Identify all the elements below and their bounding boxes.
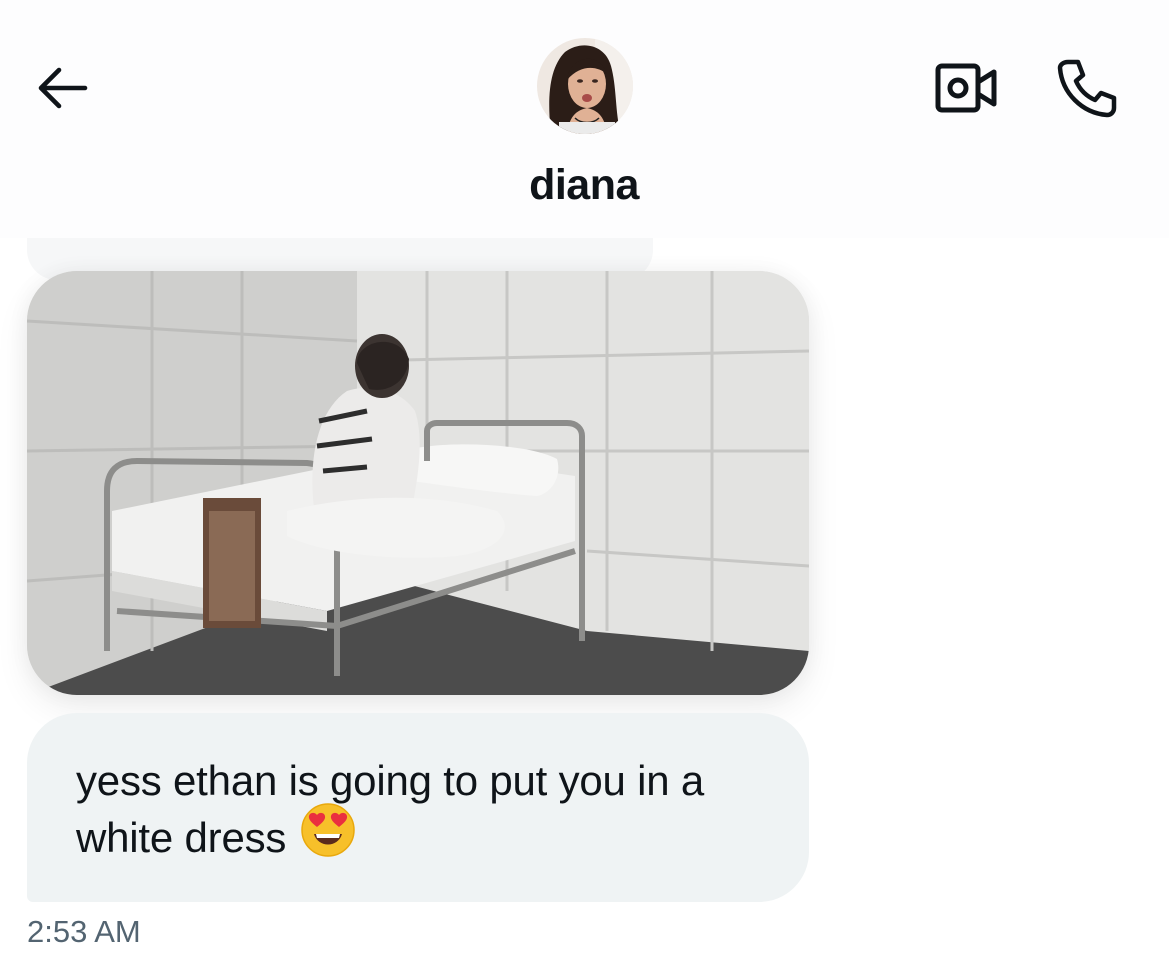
video-call-button[interactable] <box>928 54 1004 122</box>
heart-eyes-emoji-icon <box>300 802 356 872</box>
conversation-header: diana <box>0 0 1169 238</box>
contact-avatar[interactable] <box>537 38 633 134</box>
avatar-image <box>537 38 633 134</box>
message-text: yess ethan is going to put you in a whit… <box>76 752 796 872</box>
back-button[interactable] <box>28 58 94 118</box>
image-message[interactable] <box>27 271 809 695</box>
contact-name[interactable]: diana <box>384 156 784 214</box>
message-photo <box>27 271 809 695</box>
video-camera-icon <box>935 63 997 113</box>
message-timestamp: 2:53 AM <box>27 914 141 949</box>
phone-icon <box>1057 59 1117 118</box>
message-body: yess ethan is going to put you in a whit… <box>76 757 705 861</box>
voice-call-button[interactable] <box>1047 50 1125 126</box>
arrow-left-icon <box>38 67 88 109</box>
